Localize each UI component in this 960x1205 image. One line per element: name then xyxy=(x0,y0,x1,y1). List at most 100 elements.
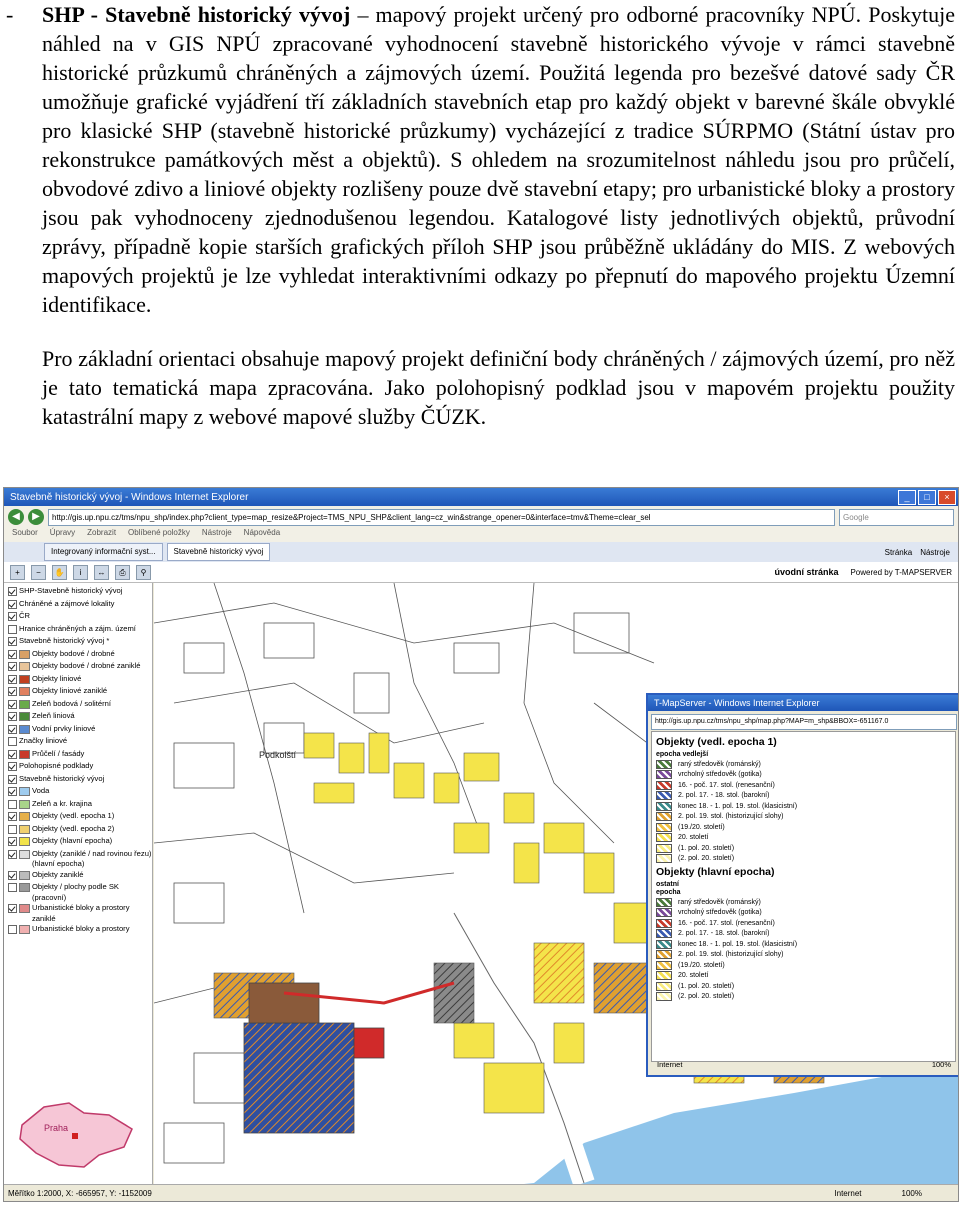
layer-checkbox[interactable] xyxy=(8,599,17,609)
layer-checkbox[interactable] xyxy=(8,837,17,846)
legend-row: (1. pol. 20. století) xyxy=(656,981,951,992)
layer-checkbox[interactable] xyxy=(8,774,17,784)
layer-label: Zeleň liniová xyxy=(32,711,75,720)
measure-icon[interactable]: ↔ xyxy=(94,564,109,580)
browser-screenshot: Stavebně historický vývoj - Windows Inte… xyxy=(3,487,959,1202)
layer-checkbox[interactable] xyxy=(8,737,17,746)
layer-checkbox[interactable] xyxy=(8,870,17,880)
layer-item[interactable]: Objekty / plochy podle SK (pracovní) xyxy=(8,882,152,903)
layer-label: Objekty bodové / drobné xyxy=(32,648,115,658)
layer-checkbox[interactable] xyxy=(8,799,17,809)
layer-checkbox[interactable] xyxy=(8,712,17,721)
layer-checkbox[interactable] xyxy=(8,724,17,734)
search-icon[interactable]: ⚲ xyxy=(136,564,151,580)
address-input[interactable]: http://gis.up.npu.cz/tms/npu_shp/index.p… xyxy=(48,508,835,526)
menu-item[interactable]: Nástroje xyxy=(202,528,232,542)
app-main: SHP-Stavebně historický vývoj Chráněné a … xyxy=(4,583,958,1185)
tab-shp[interactable]: Stavebně historický vývoj xyxy=(166,543,271,561)
zoom-in-icon[interactable]: + xyxy=(10,564,25,580)
layer-item[interactable]: Stavebně historický vývoj * xyxy=(8,636,152,649)
back-icon[interactable]: ◀ xyxy=(8,509,24,525)
page-menu[interactable]: Stránka xyxy=(885,548,913,557)
legend-swatch xyxy=(656,939,672,949)
layer-swatch xyxy=(19,799,30,809)
layer-item[interactable]: SHP-Stavebně historický vývoj xyxy=(8,586,152,599)
layer-checkbox[interactable] xyxy=(8,649,17,659)
layer-item[interactable]: Průčelí / fasády xyxy=(8,749,152,762)
legend-row: (2. pol. 20. století) xyxy=(656,992,951,1003)
layer-checkbox[interactable] xyxy=(8,587,17,596)
layer-checkbox[interactable] xyxy=(8,687,17,696)
print-icon[interactable]: ⎙ xyxy=(115,564,130,580)
menu-item[interactable]: Soubor xyxy=(12,528,38,542)
layer-item[interactable]: Objekty (hlavní epocha) xyxy=(8,836,152,849)
layer-item[interactable]: Urbanistické bloky a prostory xyxy=(8,924,152,937)
legend-swatch xyxy=(656,929,672,939)
layer-checkbox[interactable] xyxy=(8,699,17,709)
menu-item[interactable]: Nápověda xyxy=(244,528,280,542)
layer-swatch xyxy=(19,687,30,696)
tab-integrated[interactable]: Integrovaný informační syst... xyxy=(44,543,163,561)
layer-item[interactable]: Polohopisné podklady xyxy=(8,761,152,774)
search-input[interactable]: Google xyxy=(839,508,954,526)
layer-checkbox[interactable] xyxy=(8,904,17,913)
tools-menu[interactable]: Nástroje xyxy=(920,548,950,557)
layer-item[interactable]: ČR xyxy=(8,611,152,624)
layer-item[interactable]: Zeleň a kr. krajina xyxy=(8,799,152,812)
menu-item[interactable]: Úpravy xyxy=(50,528,75,542)
forward-icon[interactable]: ▶ xyxy=(28,509,44,525)
layer-checkbox[interactable] xyxy=(8,762,17,771)
info-icon[interactable]: i xyxy=(73,564,88,580)
home-link[interactable]: úvodní stránka xyxy=(774,567,844,577)
layer-item[interactable]: Objekty (vedl. epocha 1) xyxy=(8,811,152,824)
legend-swatch xyxy=(656,981,672,991)
layer-item[interactable]: Objekty liniové zaniklé xyxy=(8,686,152,699)
layer-label: Voda xyxy=(32,786,50,795)
legend-subheading-1: epocha vedlejší xyxy=(656,751,709,758)
layer-swatch xyxy=(19,674,30,684)
layer-item[interactable]: Stavebně historický vývoj xyxy=(8,774,152,787)
minimize-icon[interactable]: _ xyxy=(898,489,916,505)
layer-item[interactable]: Objekty (zaniklé / nad rovinou řezu) (hl… xyxy=(8,849,152,870)
popup-address[interactable]: http://gis.up.npu.cz/tms/npu_shp/map.php… xyxy=(651,714,957,730)
legend-row: 20. století xyxy=(656,971,951,982)
pan-icon[interactable]: ✋ xyxy=(52,564,67,580)
zoom-out-icon[interactable]: − xyxy=(31,564,46,580)
close-icon[interactable]: × xyxy=(938,489,956,505)
layer-item[interactable]: Chráněné a zájmové lokality xyxy=(8,599,152,612)
popup-zoom[interactable]: 100% xyxy=(932,1060,951,1072)
layer-checkbox[interactable] xyxy=(8,624,17,634)
layer-item[interactable]: Objekty (vedl. epocha 2) xyxy=(8,824,152,837)
layer-item[interactable]: Objekty bodové / drobné zaniklé xyxy=(8,661,152,674)
layer-checkbox[interactable] xyxy=(8,787,17,796)
layer-checkbox[interactable] xyxy=(8,612,17,621)
layer-item[interactable]: Zeleň bodová / solitérní xyxy=(8,699,152,712)
menu-item[interactable]: Zobrazit xyxy=(87,528,116,542)
layer-checkbox[interactable] xyxy=(8,749,17,759)
layer-checkbox[interactable] xyxy=(8,883,17,892)
layer-item[interactable]: Hranice chráněných a zájm. území xyxy=(8,624,152,637)
legend-label: (1. pol. 20. století) xyxy=(678,982,735,990)
maximize-icon[interactable]: □ xyxy=(918,489,936,505)
layer-item[interactable]: Značky liniové xyxy=(8,736,152,749)
layer-checkbox[interactable] xyxy=(8,662,17,671)
layer-checkbox[interactable] xyxy=(8,812,17,821)
layer-swatch xyxy=(19,699,30,709)
zoom-level[interactable]: 100% xyxy=(902,1189,922,1198)
menu-item[interactable]: Oblíbené položky xyxy=(128,528,190,542)
layer-item[interactable]: Voda xyxy=(8,786,152,799)
layer-item[interactable]: Objekty zaniklé xyxy=(8,870,152,883)
layer-checkbox[interactable] xyxy=(8,637,17,646)
layer-item[interactable]: Vodní prvky liniové xyxy=(8,724,152,737)
legend-swatch xyxy=(656,960,672,970)
layer-item[interactable]: Objekty liniové xyxy=(8,674,152,687)
layer-checkbox[interactable] xyxy=(8,674,17,684)
layer-checkbox[interactable] xyxy=(8,925,17,934)
overview-map[interactable]: Praha xyxy=(14,1095,139,1175)
layer-checkbox[interactable] xyxy=(8,824,17,834)
layer-label: Objekty (zaniklé / nad rovinou řezu) (hl… xyxy=(32,848,152,869)
layer-item[interactable]: Urbanistické bloky a prostory zaniklé xyxy=(8,903,152,924)
layer-checkbox[interactable] xyxy=(8,849,17,859)
layer-item[interactable]: Zeleň liniová xyxy=(8,711,152,724)
layer-item[interactable]: Objekty bodové / drobné xyxy=(8,649,152,662)
